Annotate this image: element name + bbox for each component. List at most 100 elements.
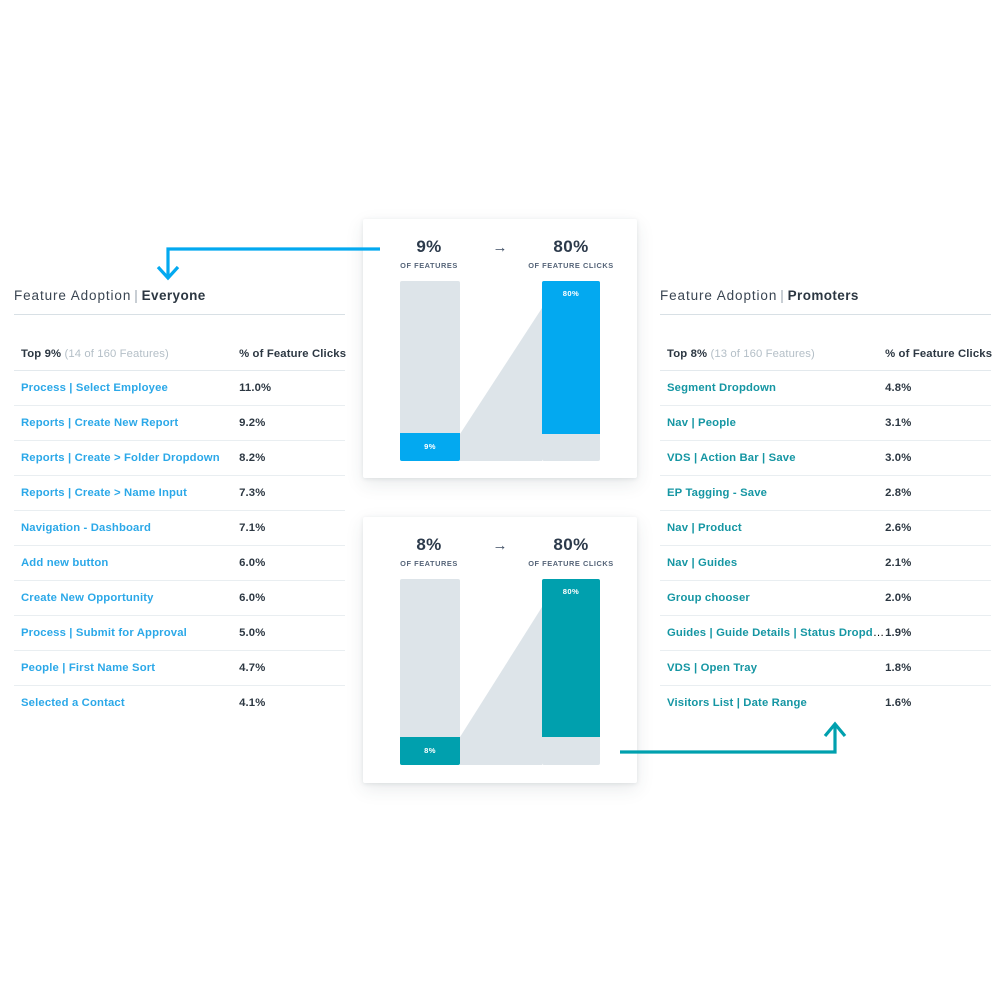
funnel-right-value: 80% — [553, 535, 589, 554]
top-percent-label: Top 8% — [667, 348, 708, 360]
table-row: Create New Opportunity 6.0% — [14, 580, 345, 616]
metric-cell: 4.1% — [239, 697, 266, 709]
feature-cell: Reports | Create > Name Input — [14, 475, 240, 511]
metric-cell: 4.7% — [239, 650, 345, 686]
feature-link[interactable]: Navigation - Dashboard — [21, 522, 151, 534]
table-row: Add new button 6.0% — [14, 545, 345, 581]
feature-count-label: (13 of 160 Features) — [710, 348, 815, 360]
feature-cell: Group chooser — [660, 580, 886, 616]
teal-connector-arrow-icon — [618, 714, 860, 774]
feature-cell: Reports | Create > Folder Dropdown — [14, 440, 240, 476]
feature-link[interactable]: VDS | Open Tray — [667, 662, 757, 674]
feature-link[interactable]: Group chooser — [667, 592, 750, 604]
feature-link[interactable]: Process | Submit for Approval — [21, 627, 187, 639]
metric-cell: 1.6% — [885, 697, 912, 709]
funnel-bar-clicks-label: 80% — [542, 579, 600, 737]
feature-link[interactable]: VDS | Action Bar | Save — [667, 452, 796, 464]
table-row: People | First Name Sort 4.7% — [14, 650, 345, 686]
panel-title-everyone: Feature Adoption | Everyone — [14, 288, 345, 315]
feature-cell: Nav | Guides — [660, 545, 886, 581]
column-header-metric: % of Feature Clicks — [885, 348, 992, 371]
feature-cell: VDS | Action Bar | Save — [660, 440, 886, 476]
feature-link[interactable]: Guides | Guide Details | Status Dropdown — [667, 627, 885, 639]
feature-link[interactable]: Segment Dropdown — [667, 382, 776, 394]
metric-cell: 7.3% — [239, 475, 345, 511]
feature-table-everyone: Top 9% (14 of 160 Features) % of Feature… — [14, 348, 346, 720]
feature-link[interactable]: Reports | Create > Folder Dropdown — [21, 452, 220, 464]
feature-link[interactable]: Add new button — [21, 557, 108, 569]
metric-cell: 8.2% — [239, 440, 345, 476]
feature-cell: Guides | Guide Details | Status Dropdown — [660, 615, 886, 651]
panel-title-separator: | — [780, 288, 785, 303]
panel-title-prefix: Feature Adoption — [14, 288, 132, 303]
metric-cell: 1.9% — [885, 615, 991, 651]
table-row: EP Tagging - Save 2.8% — [660, 475, 991, 511]
feature-link[interactable]: Selected a Contact — [21, 697, 125, 709]
funnel-bar-features: 8% — [400, 579, 460, 765]
feature-cell: Process | Submit for Approval — [14, 615, 240, 651]
feature-link[interactable]: Nav | Product — [667, 522, 742, 534]
table-row: VDS | Open Tray 1.8% — [660, 650, 991, 686]
feature-cell: Navigation - Dashboard — [14, 510, 240, 546]
metric-cell: 3.1% — [885, 405, 991, 441]
dashboard-canvas: Feature Adoption | Everyone Top 9% (14 of … — [0, 0, 1001, 1001]
feature-cell: Create New Opportunity — [14, 580, 240, 616]
feature-cell: Process | Select Employee — [14, 370, 240, 406]
metric-cell: 6.0% — [239, 545, 345, 581]
metric-cell: 2.0% — [885, 580, 991, 616]
funnel-left-caption: OF FEATURES — [400, 559, 458, 568]
funnel-stat-right: 80% OF FEATURE CLICKS — [519, 535, 623, 569]
feature-table-promoters: Top 8% (13 of 160 Features) % of Feature… — [660, 348, 992, 721]
metric-cell: 2.1% — [885, 545, 991, 581]
feature-link[interactable]: Reports | Create > Name Input — [21, 487, 187, 499]
funnel-stat-left: 9% OF FEATURES — [377, 237, 481, 271]
feature-link[interactable]: People | First Name Sort — [21, 662, 155, 674]
panel-title-separator: | — [134, 288, 139, 303]
feature-count-label: (14 of 160 Features) — [64, 348, 169, 360]
right-arrow-icon: → — [492, 239, 508, 256]
panel-title-segment: Promoters — [787, 288, 859, 303]
table-row: Visitors List | Date Range 1.6% — [660, 686, 991, 721]
funnel-left-value: 8% — [416, 535, 442, 554]
column-header-metric: % of Feature Clicks — [239, 348, 346, 371]
table-row: Group chooser 2.0% — [660, 580, 991, 616]
funnel-chart-promoters: 8% 80% — [400, 579, 600, 765]
feature-link[interactable]: Process | Select Employee — [21, 382, 168, 394]
table-row: VDS | Action Bar | Save 3.0% — [660, 440, 991, 476]
feature-adoption-panel-promoters: Feature Adoption | Promoters Top 8% (13 of… — [660, 288, 992, 721]
table-row: Nav | Guides 2.1% — [660, 545, 991, 581]
feature-cell: Visitors List | Date Range — [660, 686, 885, 721]
funnel-bar-features: 9% — [400, 281, 460, 461]
funnel-stat-left: 8% OF FEATURES — [377, 535, 481, 569]
table-header-row: Top 9% (14 of 160 Features) % of Feature… — [14, 348, 346, 371]
feature-link[interactable]: Visitors List | Date Range — [667, 697, 807, 709]
feature-cell: Nav | Product — [660, 510, 886, 546]
table-row: Reports | Create > Name Input 7.3% — [14, 475, 345, 511]
metric-cell: 1.8% — [885, 650, 991, 686]
metric-cell: 2.6% — [885, 510, 991, 546]
feature-adoption-panel-everyone: Feature Adoption | Everyone Top 9% (14 of … — [14, 288, 346, 720]
funnel-card-header: 9% OF FEATURES → 80% OF FEATURE CLICKS — [363, 237, 637, 271]
table-row: Reports | Create > Folder Dropdown 8.2% — [14, 440, 345, 476]
feature-link[interactable]: Reports | Create New Report — [21, 417, 178, 429]
table-row: Nav | People 3.1% — [660, 405, 991, 441]
right-arrow-icon: → — [492, 537, 508, 554]
funnel-bar-features-label: 9% — [400, 433, 460, 461]
feature-link[interactable]: Nav | Guides — [667, 557, 737, 569]
feature-link[interactable]: Nav | People — [667, 417, 736, 429]
feature-link[interactable]: Create New Opportunity — [21, 592, 154, 604]
metric-cell: 11.0% — [239, 370, 345, 406]
funnel-slope — [460, 579, 542, 765]
top-percent-label: Top 9% — [21, 348, 62, 360]
funnel-slope — [460, 281, 542, 461]
funnel-right-value: 80% — [553, 237, 589, 256]
feature-cell: Add new button — [14, 545, 240, 581]
feature-cell: Nav | People — [660, 405, 886, 441]
table-row: Segment Dropdown 4.8% — [660, 370, 991, 406]
feature-link[interactable]: EP Tagging - Save — [667, 487, 767, 499]
feature-cell: Segment Dropdown — [660, 370, 886, 406]
table-row: Process | Submit for Approval 5.0% — [14, 615, 345, 651]
table-row: Navigation - Dashboard 7.1% — [14, 510, 345, 546]
funnel-chart-everyone: 9% 80% — [400, 281, 600, 461]
feature-cell: VDS | Open Tray — [660, 650, 886, 686]
